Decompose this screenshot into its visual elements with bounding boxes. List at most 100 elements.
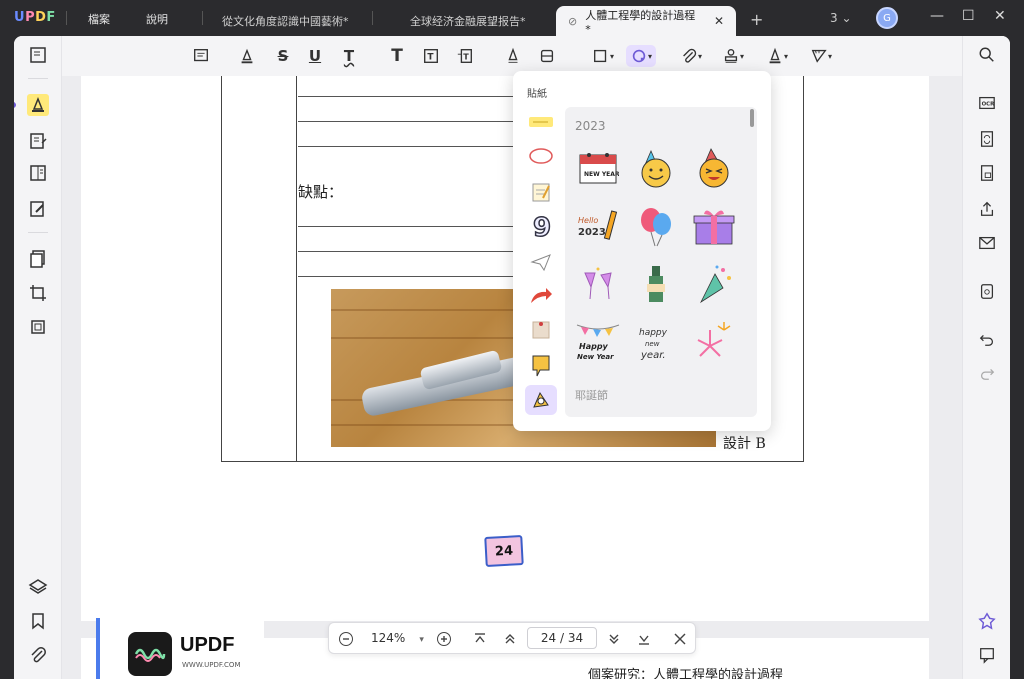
app-logo: UPDF xyxy=(14,10,56,25)
avatar[interactable]: G xyxy=(876,7,898,29)
category-celebration-icon[interactable] xyxy=(525,385,557,415)
category-sticky-note-icon[interactable] xyxy=(525,315,557,345)
happy-new-year-script-sticker[interactable]: happy new year. xyxy=(633,319,679,365)
category-arrow-icon[interactable] xyxy=(525,281,557,311)
text-callout-icon[interactable]: T xyxy=(454,45,476,67)
design-label: 設計 B xyxy=(723,436,766,452)
menu-file[interactable]: 檔案 xyxy=(88,11,110,27)
sticker-popover: 貼紙 9 2023 NEW YEAR Hello 2023 Happy New … xyxy=(513,71,771,431)
sticker-dropdown[interactable]: ▾ xyxy=(626,45,656,67)
textbox-icon[interactable]: T xyxy=(420,45,442,67)
tab-document-1[interactable]: 從文化角度認識中國藝術* xyxy=(210,6,361,36)
new-year-calendar-sticker[interactable]: NEW YEAR xyxy=(575,145,621,191)
gift-box-sticker[interactable] xyxy=(691,203,737,249)
happy-new-year-bunting-sticker[interactable]: Happy New Year xyxy=(575,319,621,365)
ai-assistant-icon[interactable] xyxy=(976,610,998,632)
party-smiley-sticker[interactable] xyxy=(633,145,679,191)
organize-pages-icon[interactable] xyxy=(27,248,49,270)
save-icon[interactable] xyxy=(976,280,998,302)
bookmark-icon[interactable] xyxy=(27,610,49,632)
redo-icon[interactable] xyxy=(976,362,998,384)
last-page-icon[interactable] xyxy=(635,630,653,648)
close-window-button[interactable]: ✕ xyxy=(994,8,1006,24)
minimize-button[interactable]: — xyxy=(930,8,944,24)
svg-text:T: T xyxy=(427,53,434,63)
party-face-sticker[interactable] xyxy=(691,145,737,191)
close-icon[interactable]: ✕ xyxy=(714,14,724,28)
layers-icon[interactable] xyxy=(27,576,49,598)
category-notepad-icon[interactable] xyxy=(525,177,557,207)
fireworks-sticker[interactable] xyxy=(691,319,737,365)
champagne-glasses-sticker[interactable] xyxy=(575,261,621,307)
zoom-out-icon[interactable] xyxy=(337,630,355,648)
eraser-icon[interactable] xyxy=(536,45,558,67)
attachment-dropdown[interactable]: ▾ xyxy=(674,45,708,67)
edit-pdf-icon[interactable] xyxy=(27,130,49,152)
document-canvas[interactable]: 缺點： 設計 B 24 xyxy=(62,76,962,679)
first-page-icon[interactable] xyxy=(471,630,489,648)
tab-count: 3 xyxy=(830,11,838,25)
blank-line xyxy=(298,96,518,97)
note-icon[interactable] xyxy=(190,45,212,67)
new-tab-button[interactable]: + xyxy=(750,10,763,29)
tab-label: 從文化角度認識中國藝術* xyxy=(222,15,349,28)
squiggly-icon[interactable]: T xyxy=(338,45,360,67)
page-input[interactable]: 24 / 34 xyxy=(527,627,597,649)
tab-document-3[interactable]: ⊘ 人體工程學的設計過程* ✕ xyxy=(556,6,736,36)
attachment-icon[interactable] xyxy=(27,644,49,666)
category-number-icon[interactable]: 9 xyxy=(525,211,557,241)
stamp-dropdown[interactable]: ▾ xyxy=(716,45,750,67)
champagne-bottle-sticker[interactable] xyxy=(633,261,679,307)
signature-dropdown[interactable]: ▾ xyxy=(760,45,794,67)
link-icon: ⊘ xyxy=(568,14,578,28)
tools-icon[interactable] xyxy=(27,316,49,338)
next-page-icon[interactable] xyxy=(605,630,623,648)
category-note-icon[interactable] xyxy=(525,107,557,137)
category-speech-bubble-icon[interactable] xyxy=(525,351,557,381)
form-icon[interactable] xyxy=(27,162,49,184)
chevron-down-icon: ⌄ xyxy=(841,11,852,25)
crop-icon[interactable] xyxy=(27,282,49,304)
party-popper-sticker[interactable] xyxy=(691,261,737,307)
ocr-icon[interactable]: OCR xyxy=(976,92,998,114)
menu-help[interactable]: 說明 xyxy=(146,11,168,27)
svg-text:happy: happy xyxy=(639,328,668,338)
measure-dropdown[interactable]: ▾ xyxy=(804,45,838,67)
protect-icon[interactable] xyxy=(976,162,998,184)
text-icon[interactable]: T xyxy=(386,45,408,67)
share-icon[interactable] xyxy=(976,198,998,220)
strikethrough-icon[interactable]: S xyxy=(272,45,294,67)
reader-icon[interactable] xyxy=(27,44,49,66)
blank-line xyxy=(298,121,518,122)
email-icon[interactable] xyxy=(976,232,998,254)
comment-tool-icon[interactable] xyxy=(27,94,49,116)
sticker-panel[interactable]: 2023 NEW YEAR Hello 2023 Happy New Year ha… xyxy=(565,107,757,417)
undo-icon[interactable] xyxy=(976,328,998,350)
previous-page-icon[interactable] xyxy=(501,630,519,648)
highlight-icon[interactable] xyxy=(236,45,258,67)
hello-2023-sticker[interactable]: Hello 2023 xyxy=(575,203,621,249)
updf-watermark: UPDF WWW.UPDF.COM xyxy=(96,618,264,679)
section-2023: 2023 xyxy=(575,119,606,133)
convert-icon[interactable] xyxy=(976,128,998,150)
tab-document-2[interactable]: 全球经济金融展望报告* xyxy=(398,6,538,36)
category-circle-icon[interactable] xyxy=(525,141,557,171)
comments-icon[interactable] xyxy=(976,644,998,666)
blank-line xyxy=(298,251,518,252)
zoom-level[interactable]: 124% ▾ xyxy=(371,631,424,645)
category-paper-plane-icon[interactable] xyxy=(525,247,557,277)
tab-count-dropdown[interactable]: 3 ⌄ xyxy=(830,11,852,25)
search-icon[interactable] xyxy=(976,44,998,66)
shortcomings-label: 缺點： xyxy=(298,183,344,201)
shape-dropdown[interactable]: ▾ xyxy=(586,45,620,67)
close-icon[interactable] xyxy=(671,630,689,648)
scrollbar[interactable] xyxy=(750,109,754,127)
zoom-in-icon[interactable] xyxy=(435,630,453,648)
balloons-sticker[interactable] xyxy=(633,203,679,249)
svg-text:year.: year. xyxy=(640,350,666,361)
underline-icon[interactable]: U xyxy=(304,45,326,67)
maximize-button[interactable]: ☐ xyxy=(962,8,975,24)
sign-icon[interactable] xyxy=(27,198,49,220)
divider xyxy=(28,78,48,79)
pencil-icon[interactable] xyxy=(502,45,524,67)
